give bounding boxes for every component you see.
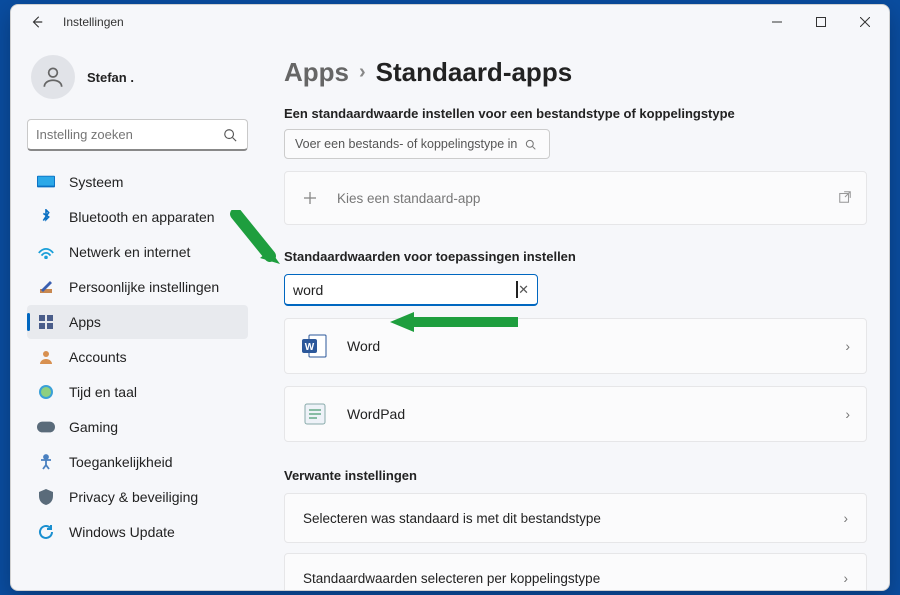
- apps-icon: [37, 313, 55, 331]
- choose-default-app-card[interactable]: Kies een standaard-app: [284, 171, 867, 225]
- breadcrumb: Apps › Standaard-apps: [284, 57, 867, 88]
- sidebar-item-network[interactable]: Netwerk en internet: [27, 235, 248, 269]
- gaming-icon: [37, 418, 55, 436]
- sidebar-item-gaming[interactable]: Gaming: [27, 410, 248, 444]
- clear-icon[interactable]: ✕: [518, 282, 529, 298]
- app-row-word[interactable]: W Word ›: [284, 318, 867, 374]
- sidebar-item-label: Windows Update: [69, 524, 175, 540]
- sidebar-item-privacy[interactable]: Privacy & beveiliging: [27, 480, 248, 514]
- related-label: Standaardwaarden selecteren per koppelin…: [303, 571, 600, 586]
- maximize-button[interactable]: [799, 7, 843, 37]
- chevron-right-icon: ›: [844, 571, 849, 586]
- app-row-wordpad[interactable]: WordPad ›: [284, 386, 867, 442]
- app-label: Word: [347, 338, 380, 354]
- main-content: Apps › Standaard-apps Een standaardwaard…: [256, 39, 889, 590]
- chevron-right-icon: ›: [845, 406, 850, 422]
- sidebar-item-accounts[interactable]: Accounts: [27, 340, 248, 374]
- word-icon: W: [301, 332, 329, 360]
- related-row[interactable]: Selecteren was standaard is met dit best…: [284, 493, 867, 543]
- wordpad-icon: [301, 400, 329, 428]
- sidebar-item-label: Tijd en taal: [69, 384, 137, 400]
- open-external-icon: [838, 190, 852, 207]
- sidebar-item-label: Systeem: [69, 174, 123, 190]
- sidebar-item-system[interactable]: Systeem: [27, 165, 248, 199]
- sidebar-item-label: Accounts: [69, 349, 127, 365]
- plus-icon: [299, 187, 321, 209]
- minimize-button[interactable]: [755, 7, 799, 37]
- update-icon: [37, 523, 55, 541]
- app-search-input[interactable]: [293, 282, 517, 298]
- settings-search-input[interactable]: [36, 127, 221, 142]
- sidebar-item-apps[interactable]: Apps: [27, 305, 248, 339]
- sidebar-item-label: Netwerk en internet: [69, 244, 190, 260]
- section-filetype-title: Een standaardwaarde instellen voor een b…: [284, 106, 867, 121]
- search-icon: [521, 135, 539, 153]
- sidebar-item-label: Apps: [69, 314, 101, 330]
- back-button[interactable]: [23, 8, 51, 36]
- bluetooth-icon: [37, 208, 55, 226]
- sidebar-item-bluetooth[interactable]: Bluetooth en apparaten: [27, 200, 248, 234]
- user-name: Stefan .: [87, 70, 134, 85]
- close-button[interactable]: [843, 7, 887, 37]
- network-icon: [37, 243, 55, 261]
- filetype-placeholder: Voer een bestands- of koppelingstype in: [295, 137, 517, 151]
- system-icon: [37, 173, 55, 191]
- sidebar-item-label: Privacy & beveiliging: [69, 489, 198, 505]
- search-icon: [221, 126, 239, 144]
- sidebar-item-label: Gaming: [69, 419, 118, 435]
- personal-icon: [37, 278, 55, 296]
- user-profile[interactable]: Stefan .: [27, 49, 248, 115]
- related-settings-title: Verwante instellingen: [284, 468, 867, 483]
- related-label: Selecteren was standaard is met dit best…: [303, 511, 601, 526]
- filetype-input[interactable]: Voer een bestands- of koppelingstype in: [284, 129, 550, 159]
- sidebar-item-label: Bluetooth en apparaten: [69, 209, 215, 225]
- time-icon: [37, 383, 55, 401]
- access-icon: [37, 453, 55, 471]
- settings-window: Instellingen Stefan . Systeem Bluetooth e…: [10, 4, 890, 591]
- settings-search[interactable]: [27, 119, 248, 151]
- window-controls: [755, 7, 887, 37]
- privacy-icon: [37, 488, 55, 506]
- sidebar-item-access[interactable]: Toegankelijkheid: [27, 445, 248, 479]
- titlebar: Instellingen: [11, 5, 889, 39]
- svg-text:W: W: [305, 342, 315, 353]
- app-label: WordPad: [347, 406, 405, 422]
- sidebar: Stefan . Systeem Bluetooth en apparaten Ne…: [11, 39, 256, 590]
- sidebar-nav: Systeem Bluetooth en apparaten Netwerk en …: [27, 165, 248, 549]
- page-title: Standaard-apps: [376, 57, 573, 88]
- breadcrumb-parent[interactable]: Apps: [284, 57, 349, 88]
- sidebar-item-time[interactable]: Tijd en taal: [27, 375, 248, 409]
- sidebar-item-update[interactable]: Windows Update: [27, 515, 248, 549]
- related-row[interactable]: Standaardwaarden selecteren per koppelin…: [284, 553, 867, 590]
- sidebar-item-personal[interactable]: Persoonlijke instellingen: [27, 270, 248, 304]
- window-title: Instellingen: [63, 15, 124, 29]
- accounts-icon: [37, 348, 55, 366]
- app-search[interactable]: ✕: [284, 274, 538, 306]
- chevron-right-icon: ›: [359, 61, 366, 84]
- chevron-right-icon: ›: [845, 338, 850, 354]
- chevron-right-icon: ›: [844, 511, 849, 526]
- section-app-defaults-title: Standaardwaarden voor toepassingen inste…: [284, 249, 867, 264]
- choose-default-app-label: Kies een standaard-app: [337, 191, 480, 206]
- avatar: [31, 55, 75, 99]
- sidebar-item-label: Toegankelijkheid: [69, 454, 173, 470]
- sidebar-item-label: Persoonlijke instellingen: [69, 279, 219, 295]
